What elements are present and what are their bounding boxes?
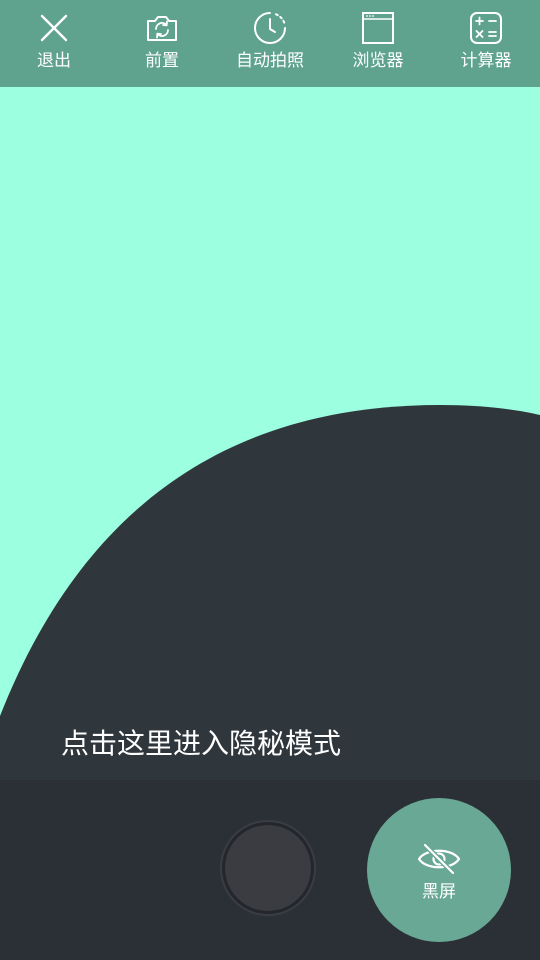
timer-icon — [254, 12, 286, 44]
black-screen-label: 黑屏 — [422, 882, 456, 902]
camera-viewfinder[interactable]: 点击这里进入隐秘模式 — [0, 87, 540, 780]
calculator-label: 计算器 — [460, 51, 512, 71]
shutter-button[interactable] — [225, 825, 311, 911]
front-camera-button[interactable]: 前置 — [108, 0, 216, 87]
top-toolbar: 退出 前置 自动拍照 浏览器 计算器 — [0, 0, 540, 87]
auto-capture-label: 自动拍照 — [236, 51, 304, 71]
auto-capture-button[interactable]: 自动拍照 — [216, 0, 324, 87]
stealth-mode-hint[interactable]: 点击这里进入隐秘模式 — [61, 727, 341, 761]
exit-button[interactable]: 退出 — [0, 0, 108, 87]
calculator-button[interactable]: 计算器 — [432, 0, 540, 87]
browser-label: 浏览器 — [352, 51, 404, 71]
browser-button[interactable]: 浏览器 — [324, 0, 432, 87]
calculator-icon — [470, 12, 502, 44]
browser-window-icon — [362, 12, 394, 44]
camera-switch-icon — [147, 16, 177, 41]
eye-off-icon — [417, 842, 461, 876]
close-icon — [40, 14, 68, 42]
black-screen-button[interactable]: 黑屏 — [367, 798, 511, 942]
front-camera-label: 前置 — [145, 51, 179, 71]
exit-label: 退出 — [37, 51, 71, 71]
stealth-mode-panel[interactable] — [0, 87, 540, 780]
bottom-control-bar: 黑屏 — [0, 780, 540, 960]
